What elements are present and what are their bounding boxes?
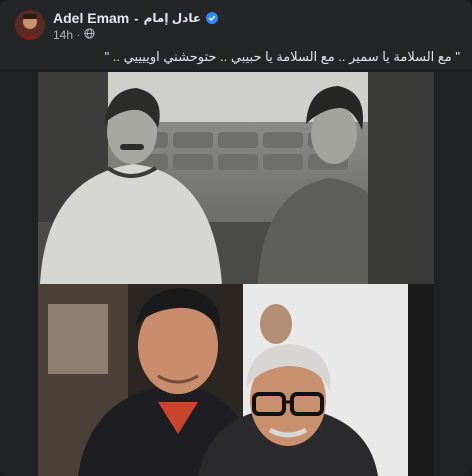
recent-color-photo[interactable] bbox=[38, 284, 434, 476]
post-media[interactable] bbox=[0, 69, 472, 476]
post-header: Adel Emam - عادل إمام 14h · bbox=[0, 0, 472, 44]
post-meta: 14h · bbox=[53, 28, 96, 42]
author-name-link[interactable]: Adel Emam bbox=[53, 10, 129, 26]
author-separator: - bbox=[134, 10, 139, 26]
author-avatar[interactable] bbox=[15, 10, 45, 40]
meta-separator: · bbox=[77, 29, 81, 41]
verified-badge-icon bbox=[206, 12, 219, 24]
author-arabic-name[interactable]: عادل إمام bbox=[144, 11, 201, 25]
post-timestamp[interactable]: 14h bbox=[53, 28, 73, 42]
facebook-post: Adel Emam - عادل إمام 14h · " مع السلامة… bbox=[0, 0, 472, 476]
globe-icon[interactable] bbox=[84, 28, 96, 42]
post-caption: " مع السلامة يا سمير .. مع السلامة يا حب… bbox=[104, 49, 460, 64]
author-line: Adel Emam - عادل إمام bbox=[53, 9, 219, 27]
film-still-photo[interactable] bbox=[38, 72, 434, 284]
